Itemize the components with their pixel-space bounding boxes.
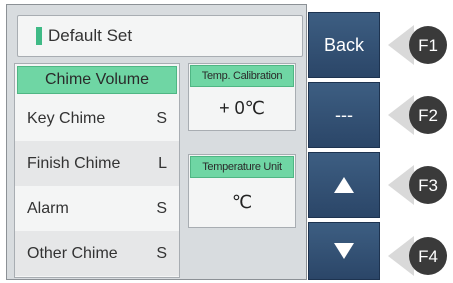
temp-calibration-panel[interactable]: Temp. Calibration + 0℃: [188, 63, 296, 131]
temperature-unit-header: Temperature Unit: [190, 156, 294, 178]
chime-volume-panel: Chime Volume Key Chime S Finish Chime L …: [14, 63, 180, 278]
f4-key-label: F4: [418, 247, 438, 266]
chime-row-label: Finish Chime: [27, 154, 121, 172]
temp-calibration-header: Temp. Calibration: [190, 65, 294, 87]
chime-row-label: Key Chime: [27, 109, 106, 127]
f1-key-label: F1: [418, 36, 438, 55]
back-button-label: Back: [323, 34, 365, 55]
chime-row-finish-chime[interactable]: Finish Chime L: [15, 141, 179, 186]
chime-row-other-chime[interactable]: Other Chime S: [15, 231, 179, 276]
back-button[interactable]: Back: [308, 12, 380, 78]
f3-key-label: F3: [418, 176, 438, 195]
chime-row-value: S: [156, 244, 167, 262]
f3-key[interactable]: F3: [384, 161, 450, 209]
chime-row-key-chime[interactable]: Key Chime S: [15, 96, 179, 141]
chime-row-alarm[interactable]: Alarm S: [15, 186, 179, 231]
down-button[interactable]: [308, 222, 380, 280]
page-title: Default Set: [48, 26, 133, 45]
chime-volume-header: Chime Volume: [17, 66, 177, 94]
chime-row-value: S: [156, 109, 167, 127]
chime-row-value: L: [158, 154, 167, 172]
chime-row-value: S: [156, 199, 167, 217]
title-marker: [36, 27, 42, 45]
up-triangle-icon: [334, 177, 354, 193]
title-bar: Default Set: [17, 15, 303, 57]
blank-button-label: ---: [335, 104, 353, 125]
f4-key[interactable]: F4: [384, 232, 450, 280]
temperature-unit-panel[interactable]: Temperature Unit ℃: [188, 154, 296, 228]
temperature-unit-value: ℃: [231, 191, 253, 212]
f1-key[interactable]: F1: [384, 21, 450, 69]
temp-calibration-value: + 0℃: [219, 97, 265, 118]
chime-row-label: Alarm: [27, 199, 69, 217]
f2-key[interactable]: F2: [384, 91, 450, 139]
up-button[interactable]: [308, 152, 380, 218]
chime-row-label: Other Chime: [27, 244, 118, 262]
down-triangle-icon: [334, 243, 354, 259]
blank-button[interactable]: ---: [308, 82, 380, 148]
f2-key-label: F2: [418, 106, 438, 125]
